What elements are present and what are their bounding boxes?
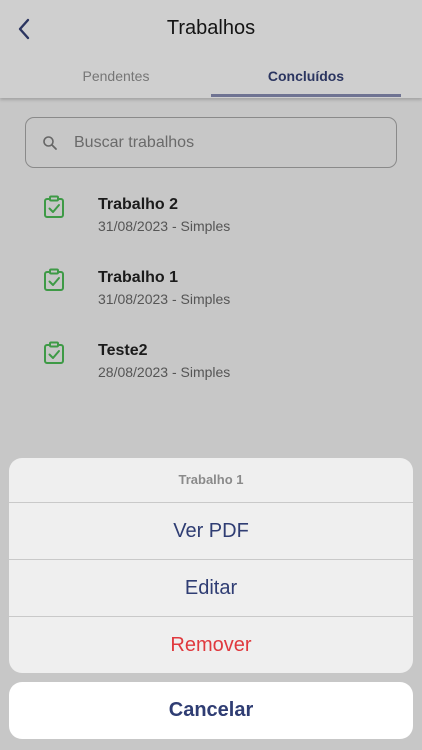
cancel-button[interactable]: Cancelar [9,682,413,739]
edit-button[interactable]: Editar [9,560,413,616]
remove-button[interactable]: Remover [9,617,413,673]
action-sheet-title: Trabalho 1 [178,472,244,487]
view-pdf-button[interactable]: Ver PDF [9,503,413,559]
modal-overlay[interactable]: Trabalho 1 Ver PDF Editar Remover Cancel… [0,0,422,750]
action-sheet: Trabalho 1 Ver PDF Editar Remover [9,458,413,673]
